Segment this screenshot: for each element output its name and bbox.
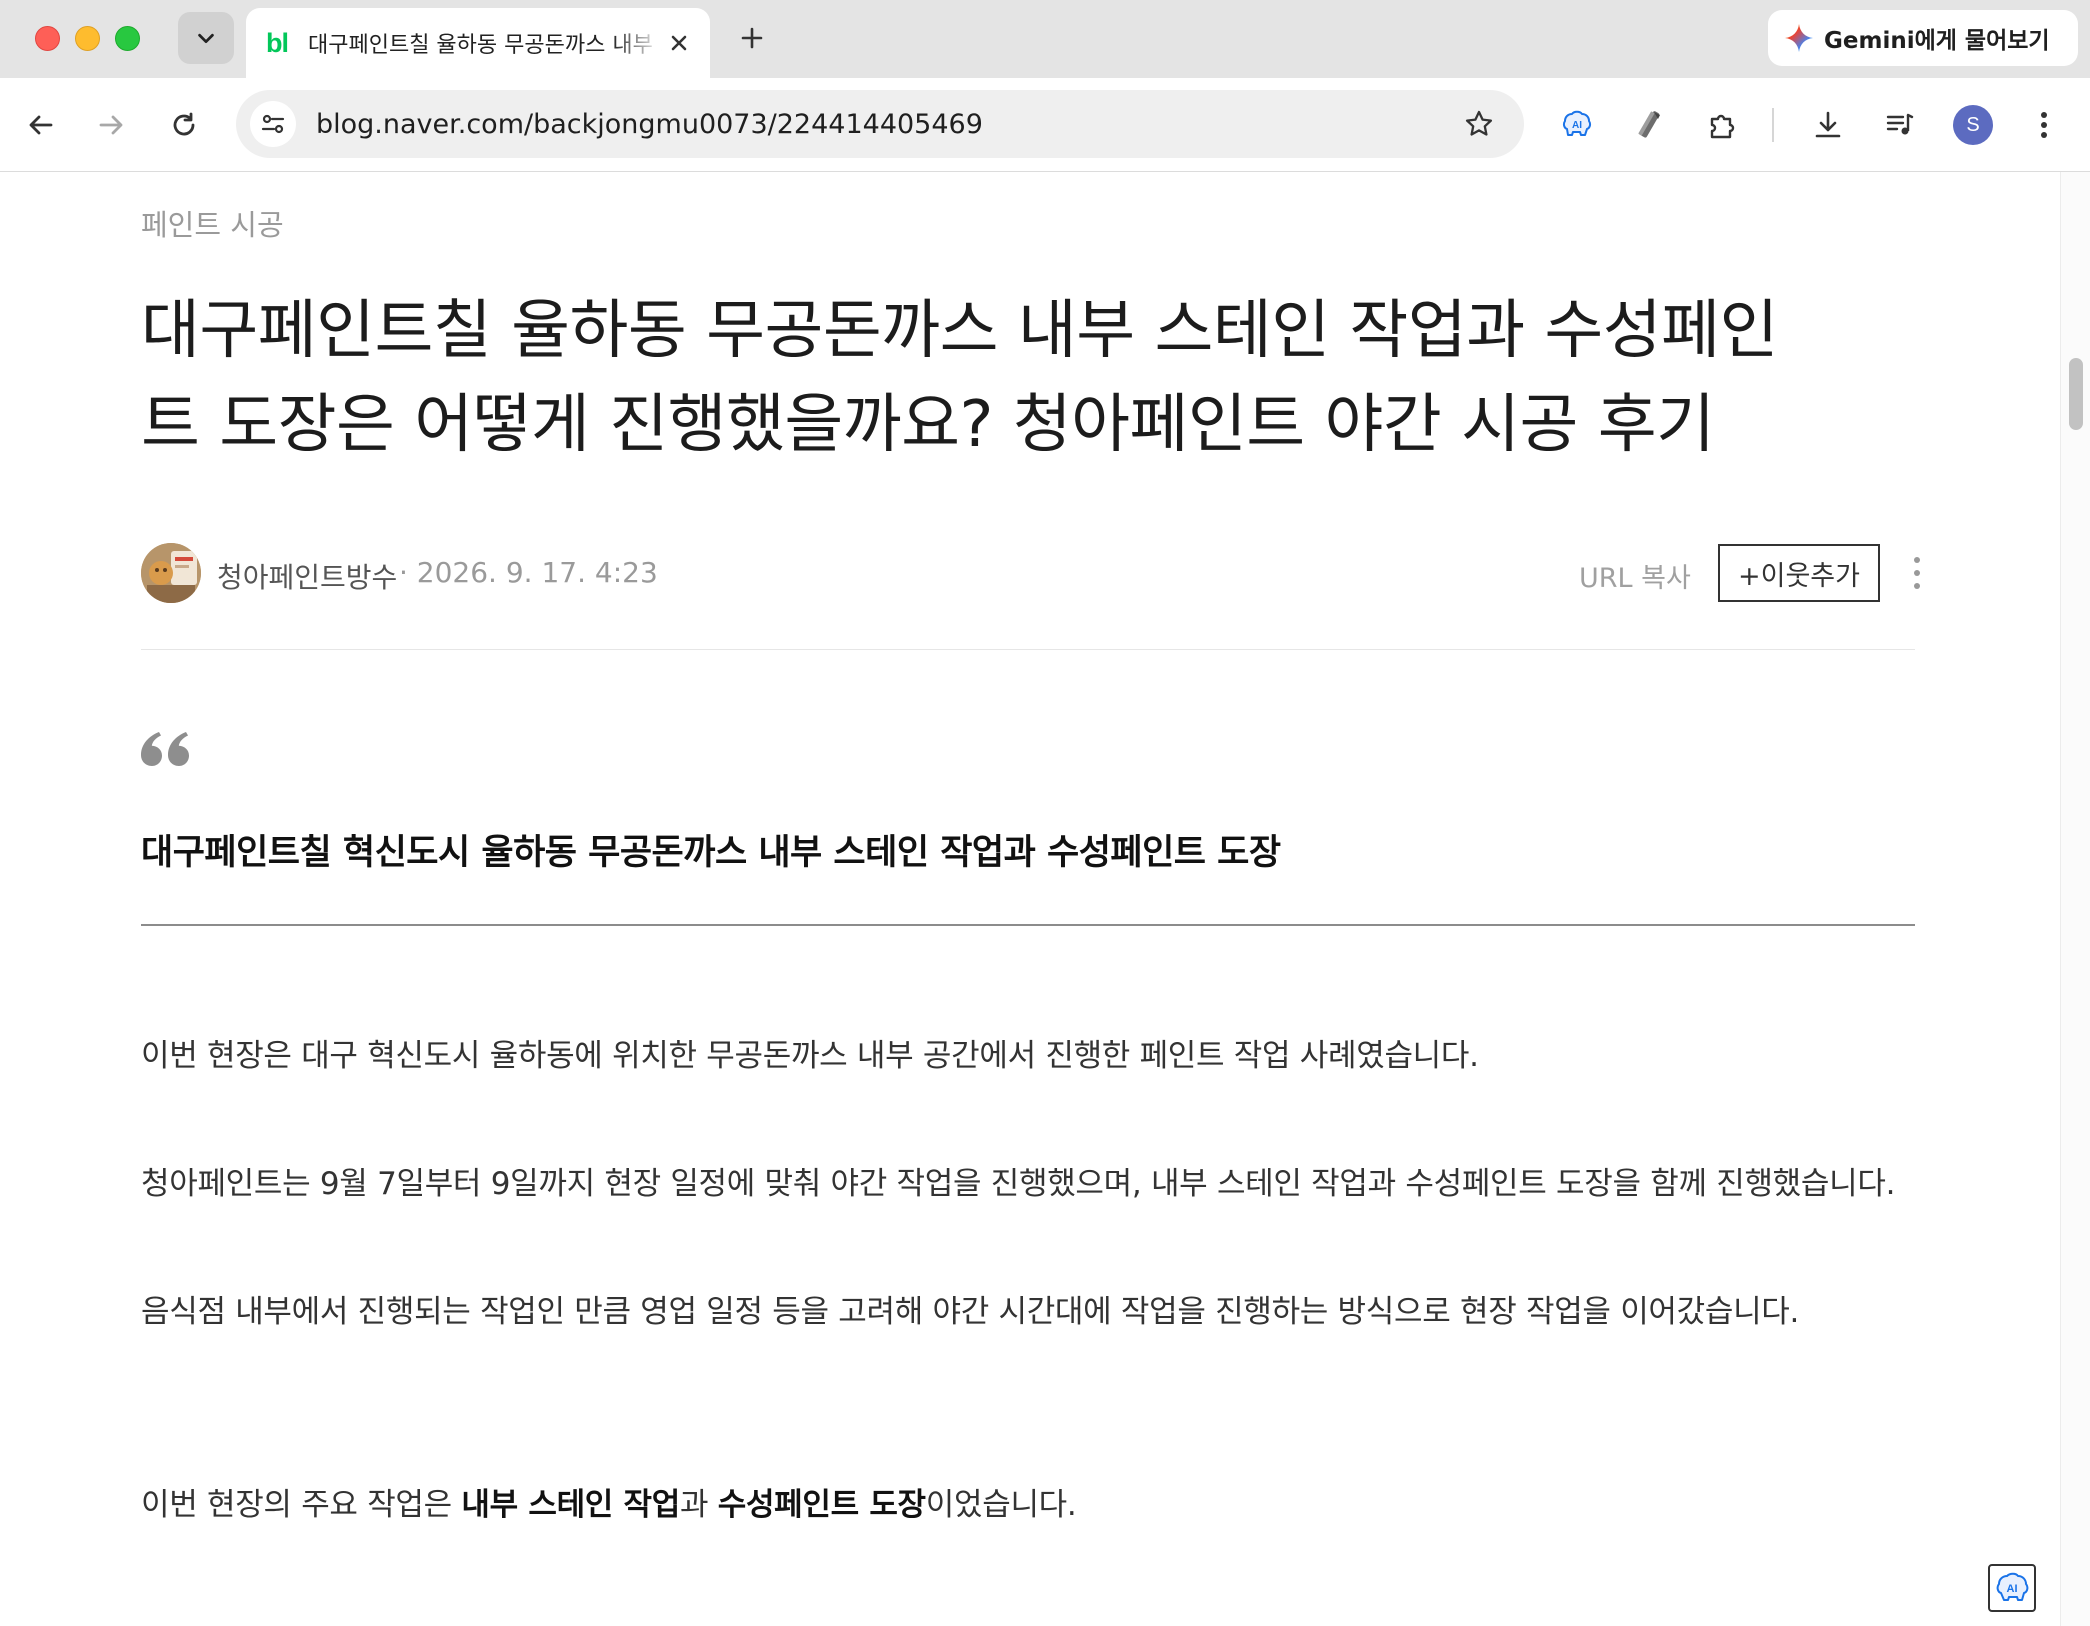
ai-widget-label: AI [2007, 1583, 2018, 1595]
back-button[interactable] [16, 100, 66, 150]
profile-button[interactable]: S [1948, 100, 1998, 150]
page-scrollbar[interactable] [2060, 172, 2090, 1626]
arrow-right-icon [99, 115, 123, 135]
post-date: · 2026. 9. 17. 4:23 [399, 556, 658, 589]
active-tab[interactable]: bl 대구페인트칠 율하동 무공돈까스 내부 스테인 작업과 수성페인트 도장 [246, 8, 710, 78]
download-icon [1815, 111, 1841, 138]
post-more-button[interactable] [1903, 546, 1931, 600]
main-work-text-1: 이번 현장의 주요 작업은 [141, 1487, 462, 1523]
new-tab-button[interactable] [732, 18, 772, 58]
main-work-text-3: 이었습니다. [925, 1487, 1077, 1523]
ai-brain-icon: AI [1562, 110, 1592, 136]
add-neighbor-button[interactable]: +이웃추가 [1718, 544, 1880, 602]
byline-divider [141, 649, 1915, 650]
reload-button[interactable] [159, 100, 209, 150]
bookmark-button[interactable] [1454, 99, 1504, 149]
toolbar-separator [1772, 108, 1774, 142]
kebab-menu-icon [2041, 112, 2047, 138]
star-icon [1465, 110, 1493, 136]
close-icon [671, 35, 687, 51]
scrollbar-thumb[interactable] [2069, 358, 2083, 430]
reload-icon [173, 112, 195, 136]
tab-title: 대구페인트칠 율하동 무공돈까스 내부 스테인 작업과 수성페인트 도장 [308, 33, 662, 58]
browser-toolbar: blog.naver.com/backjongmu0073/2244144054… [0, 78, 2090, 172]
more-dot [1914, 557, 1920, 563]
ai-extension-button[interactable]: AI [1552, 100, 1602, 150]
tab-strip: bl 대구페인트칠 율하동 무공돈까스 내부 스테인 작업과 수성페인트 도장 … [0, 0, 2090, 78]
chevron-down-icon [198, 33, 214, 44]
gemini-label: Gemini에게 물어보기 [1824, 28, 2050, 54]
minimize-window-button[interactable] [75, 26, 100, 51]
url-copy-button[interactable]: URL 복사 [1579, 556, 1691, 595]
author-avatar[interactable] [141, 543, 201, 603]
url-text[interactable]: blog.naver.com/backjongmu0073/2244144054… [316, 109, 1454, 140]
quotation-mark-icon [141, 732, 191, 770]
zoom-window-button[interactable] [115, 26, 140, 51]
quote-divider [141, 924, 1915, 926]
chrome-menu-button[interactable] [2019, 100, 2069, 150]
paragraph-schedule: 청아페인트는 9월 7일부터 9일까지 현장 일정에 맞춰 야간 작업을 진행했… [141, 1166, 1896, 1202]
main-work-text-2: 과 [679, 1487, 718, 1523]
post-title-line-1: 대구페인트칠 율하동 무공돈까스 내부 스테인 작업과 수성페인 [141, 294, 1778, 368]
paragraph-night-work: 음식점 내부에서 진행되는 작업인 만큼 영업 일정 등을 고려해 야간 시간대… [141, 1294, 1800, 1330]
svg-text:AI: AI [1572, 120, 1582, 131]
plus-icon [741, 27, 763, 49]
tool-extension-button[interactable] [1624, 100, 1674, 150]
forward-button[interactable] [86, 100, 136, 150]
ai-assistant-widget[interactable]: AI [1988, 1564, 2036, 1612]
main-work-bold-stain: 내부 스테인 작업 [461, 1487, 680, 1523]
blog-post-content: 페인트 시공 대구페인트칠 율하동 무공돈까스 내부 스테인 작업과 수성페인 … [0, 172, 2060, 1626]
playlist-music-icon [1886, 113, 1914, 135]
address-bar[interactable]: blog.naver.com/backjongmu0073/2244144054… [236, 90, 1524, 158]
post-category[interactable]: 페인트 시공 [141, 202, 284, 244]
site-info-button[interactable] [250, 101, 296, 147]
puzzle-icon [1710, 114, 1735, 139]
ai-brain-icon: AI [1996, 1572, 2029, 1601]
author-name[interactable]: 청아페인트방수 [217, 556, 397, 596]
author-avatar-image [141, 543, 201, 603]
close-window-button[interactable] [35, 26, 60, 51]
profile-avatar: S [1953, 105, 1993, 145]
naver-blog-favicon: bl [266, 27, 289, 58]
paragraph-main-work: 이번 현장의 주요 작업은 내부 스테인 작업과 수성페인트 도장이었습니다. [141, 1473, 1915, 1537]
downloads-button[interactable] [1803, 100, 1853, 150]
more-dot [1914, 583, 1920, 589]
post-title: 대구페인트칠 율하동 무공돈까스 내부 스테인 작업과 수성페인 트 도장은 어… [141, 284, 1941, 472]
post-byline: 청아페인트방수 · 2026. 9. 17. 4:23 URL 복사 +이웃추가 [141, 542, 1920, 604]
more-dot [1914, 570, 1920, 576]
tab-search-button[interactable] [178, 12, 234, 64]
media-control-button[interactable] [1875, 100, 1925, 150]
main-work-bold-paint: 수성페인트 도장 [717, 1487, 926, 1523]
paragraph-intro: 이번 현장은 대구 혁신도시 율하동에 위치한 무공돈까스 내부 공간에서 진행… [141, 1038, 1479, 1074]
tune-icon [261, 114, 285, 134]
tab-close-button[interactable] [662, 26, 696, 60]
quote-text: 대구페인트칠 혁신도시 율하동 무공돈까스 내부 스테인 작업과 수성페인트 도… [141, 832, 1281, 873]
gemini-sparkle-icon [1785, 24, 1813, 52]
arrow-left-icon [29, 115, 53, 135]
extensions-button[interactable] [1697, 100, 1747, 150]
wrench-pen-icon [1638, 111, 1660, 138]
ask-gemini-button[interactable]: Gemini에게 물어보기 [1768, 10, 2078, 66]
post-title-line-2: 트 도장은 어떻게 진행했을까요? 청아페인트 야간 시공 후기 [141, 388, 1715, 462]
